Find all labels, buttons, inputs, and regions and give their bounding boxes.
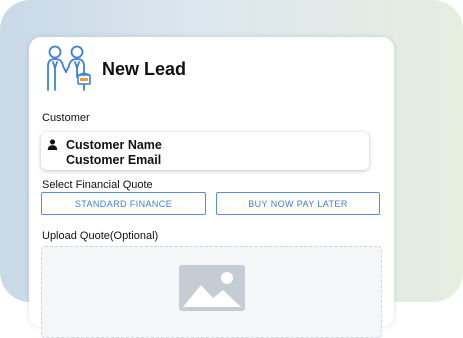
upload-dropzone[interactable]: [41, 246, 382, 338]
image-placeholder-icon: [179, 265, 245, 311]
upload-quote-label: Upload Quote(Optional): [42, 230, 159, 242]
customer-section-label: Customer: [42, 112, 90, 124]
customer-name: Customer Name: [66, 138, 162, 152]
two-people-handshake-icon: [47, 45, 91, 91]
customer-email: Customer Email: [66, 153, 162, 167]
standard-finance-button[interactable]: STANDARD FINANCE: [41, 192, 206, 215]
financial-quote-label: Select Financial Quote: [42, 179, 153, 191]
buy-now-pay-later-button[interactable]: BUY NOW PAY LATER: [216, 192, 380, 215]
new-lead-card: New Lead Customer Customer Name Customer…: [29, 37, 394, 338]
page-title: New Lead: [102, 58, 187, 79]
header: New Lead: [42, 44, 186, 94]
customer-card[interactable]: Customer Name Customer Email: [41, 132, 369, 170]
user-icon: [47, 139, 58, 150]
